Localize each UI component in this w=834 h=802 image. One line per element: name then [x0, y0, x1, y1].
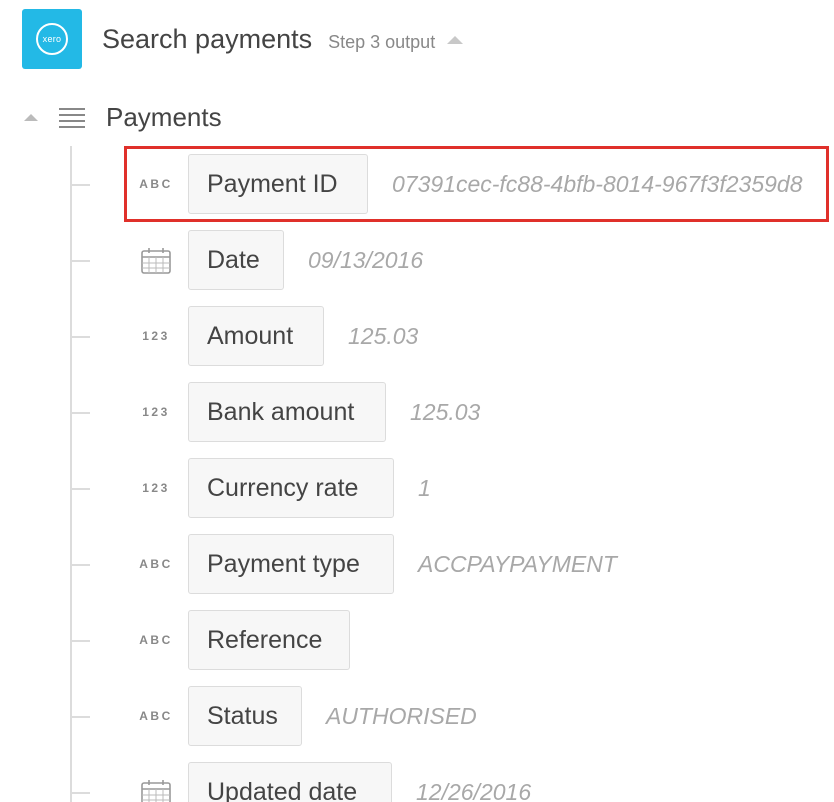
field-pill[interactable]: Reference [188, 610, 350, 670]
field-value: ACCPAYPAYMENT [418, 551, 617, 577]
collapse-step-icon[interactable] [447, 36, 464, 44]
tree-branch [70, 716, 90, 718]
field-row: 123 Amount 125.03 [0, 306, 834, 366]
list-icon [59, 108, 85, 130]
xero-logo-text: xero [36, 23, 68, 55]
number-type-icon: 123 [142, 405, 170, 419]
field-value: AUTHORISED [326, 703, 477, 729]
tree-branch [70, 792, 90, 794]
field-pill[interactable]: Updated date [188, 762, 392, 802]
tree-branch [70, 488, 90, 490]
field-value: 12/26/2016 [416, 779, 532, 802]
step-header: xero Search payments Step 3 output [22, 9, 464, 69]
step-output-panel: xero Search payments Step 3 output Payme… [0, 0, 834, 802]
highlight-box [124, 146, 829, 222]
field-row: Updated date 12/26/2016 [0, 762, 834, 802]
tree-branch [70, 412, 90, 414]
step-title: Search payments [102, 23, 313, 54]
field-row: 123 Bank amount 125.03 [0, 382, 834, 442]
number-type-icon: 123 [142, 329, 170, 343]
field-row: 123 Currency rate 1 [0, 458, 834, 518]
calendar-icon [140, 779, 172, 802]
field-row: Date 09/13/2016 [0, 230, 834, 290]
text-type-icon: ABC [139, 557, 173, 571]
field-row: ABC Status AUTHORISED [0, 686, 834, 746]
tree-branch [70, 640, 90, 642]
calendar-icon [140, 247, 172, 275]
step-subtitle: Step 3 output [328, 31, 436, 52]
field-value: 09/13/2016 [308, 247, 424, 273]
field-row: ABC Payment type ACCPAYPAYMENT [0, 534, 834, 594]
collapse-section-icon[interactable] [24, 114, 38, 121]
number-type-icon: 123 [142, 481, 170, 495]
text-type-icon: ABC [139, 633, 173, 647]
field-pill[interactable]: Currency rate [188, 458, 394, 518]
text-type-icon: ABC [139, 709, 173, 723]
field-value: 125.03 [348, 323, 419, 349]
xero-logo: xero [22, 9, 82, 69]
field-pill[interactable]: Payment type [188, 534, 394, 594]
tree-branch [70, 336, 90, 338]
tree-branch [70, 564, 90, 566]
field-value: 125.03 [410, 399, 481, 425]
field-value: 1 [418, 475, 431, 501]
field-pill[interactable]: Date [188, 230, 284, 290]
field-row: ABC Reference [0, 610, 834, 670]
field-pill[interactable]: Bank amount [188, 382, 386, 442]
section-title: Payments [106, 102, 222, 132]
field-pill[interactable]: Status [188, 686, 302, 746]
tree-branch [70, 260, 90, 262]
tree-branch [70, 184, 90, 186]
field-pill[interactable]: Amount [188, 306, 324, 366]
